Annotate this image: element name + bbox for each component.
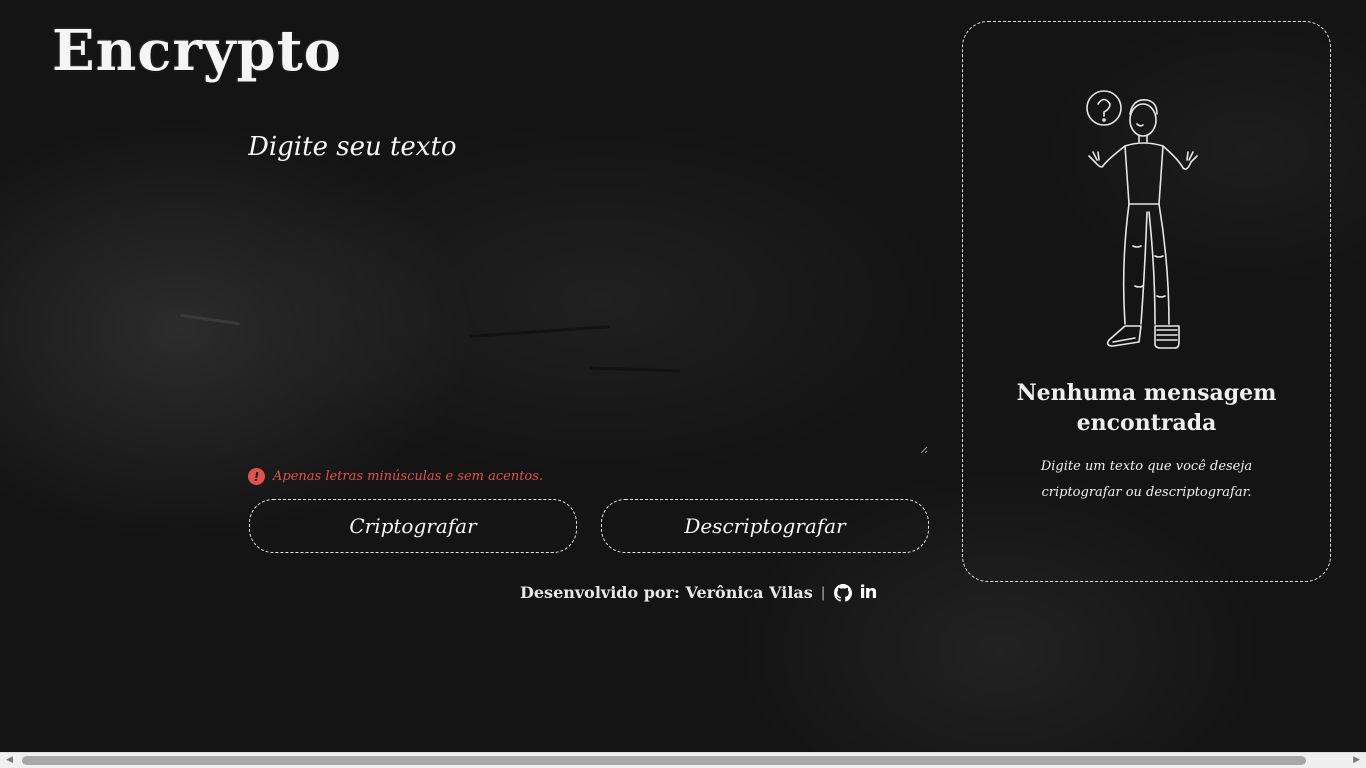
output-panel: Nenhuma mensagem encontrada Digite um te…: [962, 21, 1331, 582]
linkedin-icon: in: [859, 582, 878, 603]
chalk-smudge: [180, 313, 240, 326]
scrollbar-thumb[interactable]: [22, 756, 1306, 765]
exclamation-circle-icon: !: [248, 468, 265, 485]
scroll-right-icon[interactable]: ▶: [1353, 755, 1360, 765]
scroll-left-icon[interactable]: ◀: [6, 755, 13, 765]
horizontal-scrollbar[interactable]: ◀ ▶: [0, 752, 1366, 768]
encrypt-button[interactable]: Criptografar: [249, 499, 577, 553]
app-logo: Encrypto: [52, 18, 342, 84]
input-hint: ! Apenas letras minúsculas e sem acentos…: [248, 468, 543, 485]
footer-credit: Desenvolvido por: Verônica Vilas: [520, 583, 813, 602]
github-icon: [833, 583, 852, 602]
linkedin-link[interactable]: in: [859, 582, 878, 603]
hint-text: Apenas letras minúsculas e sem acentos.: [273, 469, 544, 484]
confused-person-illustration: [1086, 90, 1198, 349]
message-input[interactable]: [248, 132, 928, 454]
github-link[interactable]: [833, 583, 852, 602]
footer: Desenvolvido por: Verônica Vilas | in: [520, 582, 878, 603]
output-title: Nenhuma mensagem encontrada: [1016, 380, 1277, 436]
footer-separator: |: [820, 584, 826, 601]
output-description: Digite um texto que você deseja criptogr…: [1040, 459, 1253, 500]
decrypt-button[interactable]: Descriptografar: [601, 499, 929, 553]
